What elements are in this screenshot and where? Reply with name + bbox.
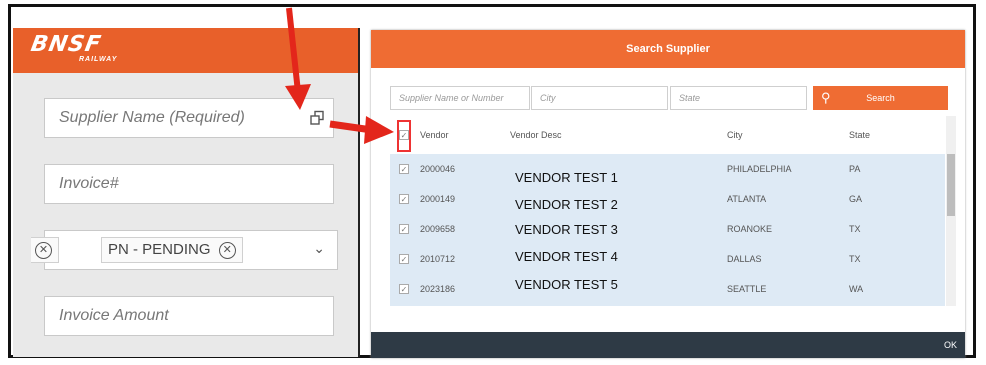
state-search-placeholder: State <box>679 93 701 103</box>
vendor-desc: VENDOR TEST 4 <box>515 249 618 264</box>
column-header-city[interactable]: City <box>727 116 743 154</box>
vendor-city: DALLAS <box>727 254 762 264</box>
modal-title: Search Supplier <box>371 30 965 68</box>
vendor-state: WA <box>849 284 864 294</box>
vendor-state: TX <box>849 254 861 264</box>
invoice-number-placeholder: Invoice# <box>59 175 119 192</box>
vendor-number: 2023186 <box>420 284 456 294</box>
table-row[interactable]: ✓ 2009658 VENDOR TEST 3 ROANOKE TX <box>390 214 945 244</box>
city-search-input[interactable]: City <box>531 86 668 110</box>
invoice-number-field[interactable]: Invoice# <box>44 164 334 204</box>
search-supplier-modal: Search Supplier Supplier Name or Number … <box>371 30 965 358</box>
close-circle-icon[interactable]: ✕ <box>35 241 52 259</box>
status-chip-label: PN - PENDING <box>108 241 211 258</box>
vendor-city: ROANOKE <box>727 224 773 234</box>
invoice-amount-placeholder: Invoice Amount <box>59 307 169 324</box>
vendor-state: PA <box>849 164 861 174</box>
ok-button[interactable]: OK <box>944 332 957 358</box>
vendor-city: SEATTLE <box>727 284 767 294</box>
status-chip-partial[interactable]: ✕ <box>31 237 59 263</box>
supplier-name-placeholder: Supplier Name (Required) <box>59 109 245 126</box>
table-row[interactable]: ✓ 2000046 VENDOR TEST 1 PHILADELPHIA PA <box>390 154 945 185</box>
supplier-search-input[interactable]: Supplier Name or Number <box>390 86 530 110</box>
column-header-vendor[interactable]: Vendor <box>420 116 449 154</box>
table-row[interactable]: ✓ 2000149 VENDOR TEST 2 ATLANTA GA <box>390 184 945 214</box>
column-header-vendor-desc[interactable]: Vendor Desc <box>510 116 562 154</box>
vendor-number: 2000046 <box>420 164 456 174</box>
row-checkbox[interactable]: ✓ <box>399 224 409 234</box>
search-button[interactable]: ⚲ Search <box>813 86 948 110</box>
status-multiselect[interactable]: ✕ PN - PENDING ✕ ⌄ <box>31 230 338 270</box>
table-scrollbar[interactable] <box>946 116 956 306</box>
row-checkbox[interactable]: ✓ <box>399 194 409 204</box>
search-button-label: Search <box>866 93 895 103</box>
table-row[interactable]: ✓ 2023186 VENDOR TEST 5 SEATTLE WA <box>390 274 945 304</box>
vendor-state: GA <box>849 194 863 204</box>
row-checkbox[interactable]: ✓ <box>399 284 409 294</box>
table-header: ✓ Vendor Vendor Desc City State <box>390 116 956 154</box>
state-search-input[interactable]: State <box>670 86 807 110</box>
vendor-desc: VENDOR TEST 3 <box>515 222 618 237</box>
vendor-number: 2000149 <box>420 194 456 204</box>
vendor-city: ATLANTA <box>727 194 767 204</box>
row-checkbox[interactable]: ✓ <box>399 254 409 264</box>
select-all-checkbox[interactable]: ✓ <box>399 130 409 140</box>
copy-icon[interactable] <box>309 110 325 126</box>
logo-subtext: RAILWAY <box>79 56 118 63</box>
invoice-amount-field[interactable]: Invoice Amount <box>44 296 334 336</box>
vendor-state: TX <box>849 224 861 234</box>
logo-text: BNSF <box>28 32 104 57</box>
bnsf-logo: BNSF RAILWAY <box>28 32 118 63</box>
invoice-form-panel: BNSF RAILWAY Supplier Name (Required) In… <box>13 28 360 357</box>
table-body: ✓ 2000046 VENDOR TEST 1 PHILADELPHIA PA … <box>390 154 945 306</box>
scrollbar-thumb[interactable] <box>947 154 955 216</box>
chevron-down-icon[interactable]: ⌄ <box>313 240 325 257</box>
column-header-state[interactable]: State <box>849 116 870 154</box>
table-row[interactable]: ✓ 2010712 VENDOR TEST 4 DALLAS TX <box>390 244 945 274</box>
status-chip-pending[interactable]: PN - PENDING ✕ <box>101 237 243 263</box>
brand-bar: BNSF RAILWAY <box>13 28 358 73</box>
supplier-search-placeholder: Supplier Name or Number <box>399 93 504 103</box>
close-circle-icon[interactable]: ✕ <box>218 241 236 259</box>
vendor-city: PHILADELPHIA <box>727 164 792 174</box>
vendor-number: 2009658 <box>420 224 456 234</box>
vendor-number: 2010712 <box>420 254 456 264</box>
supplier-name-field[interactable]: Supplier Name (Required) <box>44 98 334 138</box>
supplier-results-table: ✓ Vendor Vendor Desc City State ✓ 200004… <box>390 116 956 333</box>
row-checkbox[interactable]: ✓ <box>399 164 409 174</box>
modal-footer: OK <box>371 332 965 358</box>
vendor-desc: VENDOR TEST 5 <box>515 277 618 292</box>
city-search-placeholder: City <box>540 93 556 103</box>
